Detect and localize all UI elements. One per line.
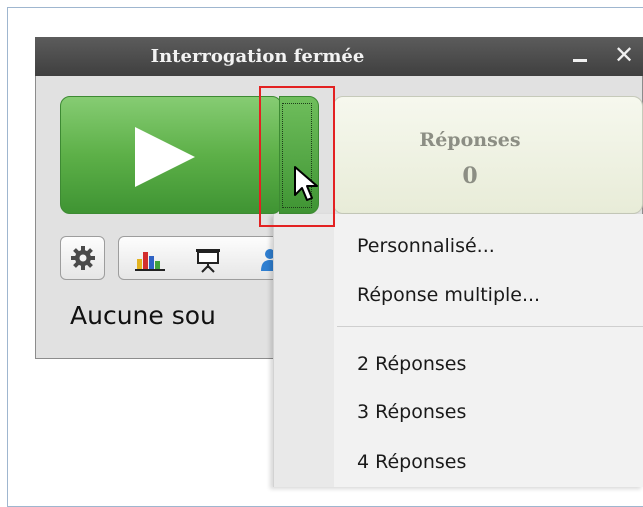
menu-separator bbox=[337, 326, 643, 327]
menu-item-4-responses[interactable]: 4 Réponses bbox=[357, 451, 466, 473]
responses-count: 0 bbox=[462, 163, 478, 189]
close-icon[interactable]: ✕ bbox=[611, 42, 637, 68]
menu-item-3-responses[interactable]: 3 Réponses bbox=[357, 401, 466, 423]
responses-label: Réponses bbox=[419, 129, 521, 151]
bar-chart-icon[interactable] bbox=[135, 249, 165, 271]
mouse-cursor-icon bbox=[294, 166, 318, 201]
gear-icon bbox=[71, 246, 95, 270]
play-icon bbox=[135, 127, 195, 187]
settings-button[interactable] bbox=[60, 236, 105, 280]
menu-icon-gutter bbox=[274, 214, 334, 487]
status-text: Aucune sou bbox=[70, 301, 216, 330]
presentation-board-icon[interactable] bbox=[195, 247, 221, 273]
title-bar: Interrogation fermée ✕ bbox=[35, 37, 643, 76]
window-title: Interrogation fermée bbox=[150, 46, 365, 67]
minimize-icon[interactable] bbox=[573, 59, 587, 62]
menu-item-multiple-response[interactable]: Réponse multiple... bbox=[357, 284, 540, 306]
start-button[interactable] bbox=[60, 96, 282, 214]
menu-item-2-responses[interactable]: 2 Réponses bbox=[357, 353, 466, 375]
highlight-box bbox=[259, 86, 335, 227]
responses-button[interactable]: Réponses 0 bbox=[333, 96, 643, 214]
menu-item-custom[interactable]: Personnalisé... bbox=[357, 235, 495, 257]
context-menu: Personnalisé... Réponse multiple... 2 Ré… bbox=[273, 214, 643, 487]
